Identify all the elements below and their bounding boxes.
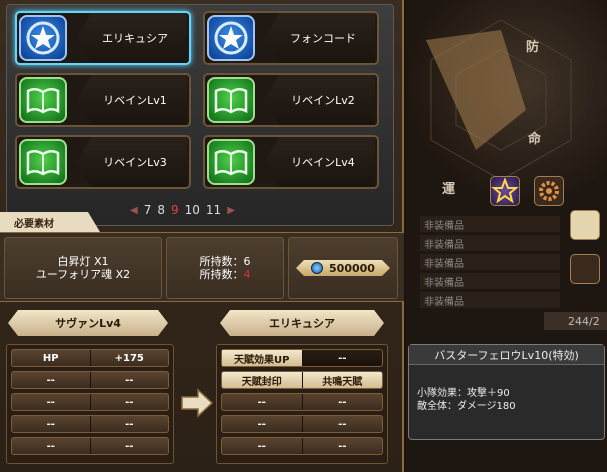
item-label: リベインLv2 bbox=[265, 75, 375, 125]
equipment-slot[interactable]: 非装備品 bbox=[420, 216, 560, 232]
materials-tab: 必要素材 bbox=[0, 212, 100, 232]
item-label: フォンコード bbox=[265, 13, 375, 63]
prev-page-icon[interactable]: ◀ bbox=[130, 205, 138, 216]
star-badge-icon[interactable] bbox=[490, 176, 520, 206]
stat-row: -- -- bbox=[221, 393, 383, 411]
stat-row: 天賦効果UP -- bbox=[221, 349, 383, 367]
owned-1: 所持数：6 bbox=[199, 255, 251, 268]
cat-icon bbox=[570, 254, 600, 284]
item-grid: エリキュシア フォンコード リベインLv1 リベインLv2 リベインLv3 リベ… bbox=[6, 4, 394, 226]
stat-row: -- -- bbox=[221, 437, 383, 455]
owned-2: 所持数：4 bbox=[199, 268, 251, 281]
item-label: リベインLv3 bbox=[77, 137, 187, 187]
radar-label-accuracy: 命 bbox=[528, 132, 542, 147]
equipment-slot[interactable]: 非装備品 bbox=[420, 254, 560, 270]
cost-pill: 500000 bbox=[296, 260, 390, 276]
book-icon bbox=[19, 139, 67, 185]
radar-label-luck: 運 bbox=[442, 182, 456, 197]
item-label: リベインLv4 bbox=[265, 137, 375, 187]
arrow-right-icon bbox=[181, 388, 214, 418]
stat-row: -- -- bbox=[221, 415, 383, 433]
stat-row: -- -- bbox=[11, 371, 169, 389]
equipment-slot[interactable]: 非装備品 bbox=[420, 235, 560, 251]
material-cost: 500000 bbox=[288, 237, 398, 299]
page-9-current[interactable]: 9 bbox=[171, 203, 179, 217]
item-label: エリキュシア bbox=[77, 13, 187, 63]
from-skill-banner: サヴァンLv4 bbox=[8, 310, 168, 336]
pager: ◀ 7 8 9 10 11 ▶ bbox=[130, 200, 280, 220]
stat-row: -- -- bbox=[11, 393, 169, 411]
item-slot-3[interactable]: リベインLv2 bbox=[203, 73, 379, 127]
star-icon bbox=[207, 15, 255, 61]
from-stat-table: HP +175 -- -- -- -- -- -- -- -- bbox=[6, 344, 174, 464]
page-7[interactable]: 7 bbox=[144, 203, 152, 217]
equipment-slot[interactable]: 非装備品 bbox=[420, 292, 560, 308]
material-1: 白昇灯 X1 bbox=[57, 255, 109, 268]
item-slot-5[interactable]: リベインLv4 bbox=[203, 135, 379, 189]
book-icon bbox=[207, 139, 255, 185]
skill-info-panel: バスターフェロウLv10(特効) 小隊効果：攻撃＋90 敵全体：ダメージ180 bbox=[408, 344, 605, 440]
book-icon bbox=[207, 77, 255, 123]
equipment-list: 非装備品 非装備品 非装備品 非装備品 非装備品 bbox=[420, 216, 560, 311]
item-slot-2[interactable]: リベインLv1 bbox=[15, 73, 191, 127]
radar-label-defense: 防 bbox=[526, 40, 540, 55]
gear-icon[interactable] bbox=[534, 176, 564, 206]
stat-row: HP +175 bbox=[11, 349, 169, 367]
star-icon bbox=[19, 15, 67, 61]
materials-row: 白昇灯 X1 ユーフォリア魂 X2 所持数：6 所持数：4 500000 bbox=[0, 232, 404, 302]
book-icon bbox=[19, 77, 67, 123]
page-10[interactable]: 10 bbox=[185, 203, 200, 217]
material-2: ユーフォリア魂 X2 bbox=[35, 268, 131, 281]
skill-description: 小隊効果：攻撃＋90 敵全体：ダメージ180 bbox=[417, 388, 516, 412]
inventory-counter: 244/2 bbox=[544, 312, 607, 330]
material-owned: 所持数：6 所持数：4 bbox=[166, 237, 284, 299]
character-face-icon bbox=[570, 210, 600, 240]
material-names: 白昇灯 X1 ユーフォリア魂 X2 bbox=[4, 237, 162, 299]
item-slot-0[interactable]: エリキュシア bbox=[15, 11, 191, 65]
item-slot-1[interactable]: フォンコード bbox=[203, 11, 379, 65]
stat-row: 天賦封印 共鳴天賦 bbox=[221, 371, 383, 389]
item-slot-4[interactable]: リベインLv3 bbox=[15, 135, 191, 189]
page-11[interactable]: 11 bbox=[206, 203, 221, 217]
cost-value: 500000 bbox=[329, 261, 375, 275]
to-skill-banner: エリキュシア bbox=[220, 310, 384, 336]
next-page-icon[interactable]: ▶ bbox=[227, 205, 235, 216]
page-8[interactable]: 8 bbox=[157, 203, 165, 217]
stat-row: -- -- bbox=[11, 415, 169, 433]
equipment-slot[interactable]: 非装備品 bbox=[420, 273, 560, 289]
coin-icon bbox=[311, 262, 323, 274]
stat-row: -- -- bbox=[11, 437, 169, 455]
item-label: リベインLv1 bbox=[77, 75, 187, 125]
skill-title: バスターフェロウLv10(特効) bbox=[409, 345, 604, 365]
to-stat-table: 天賦効果UP -- 天賦封印 共鳴天賦 -- -- -- -- -- -- bbox=[216, 344, 388, 464]
